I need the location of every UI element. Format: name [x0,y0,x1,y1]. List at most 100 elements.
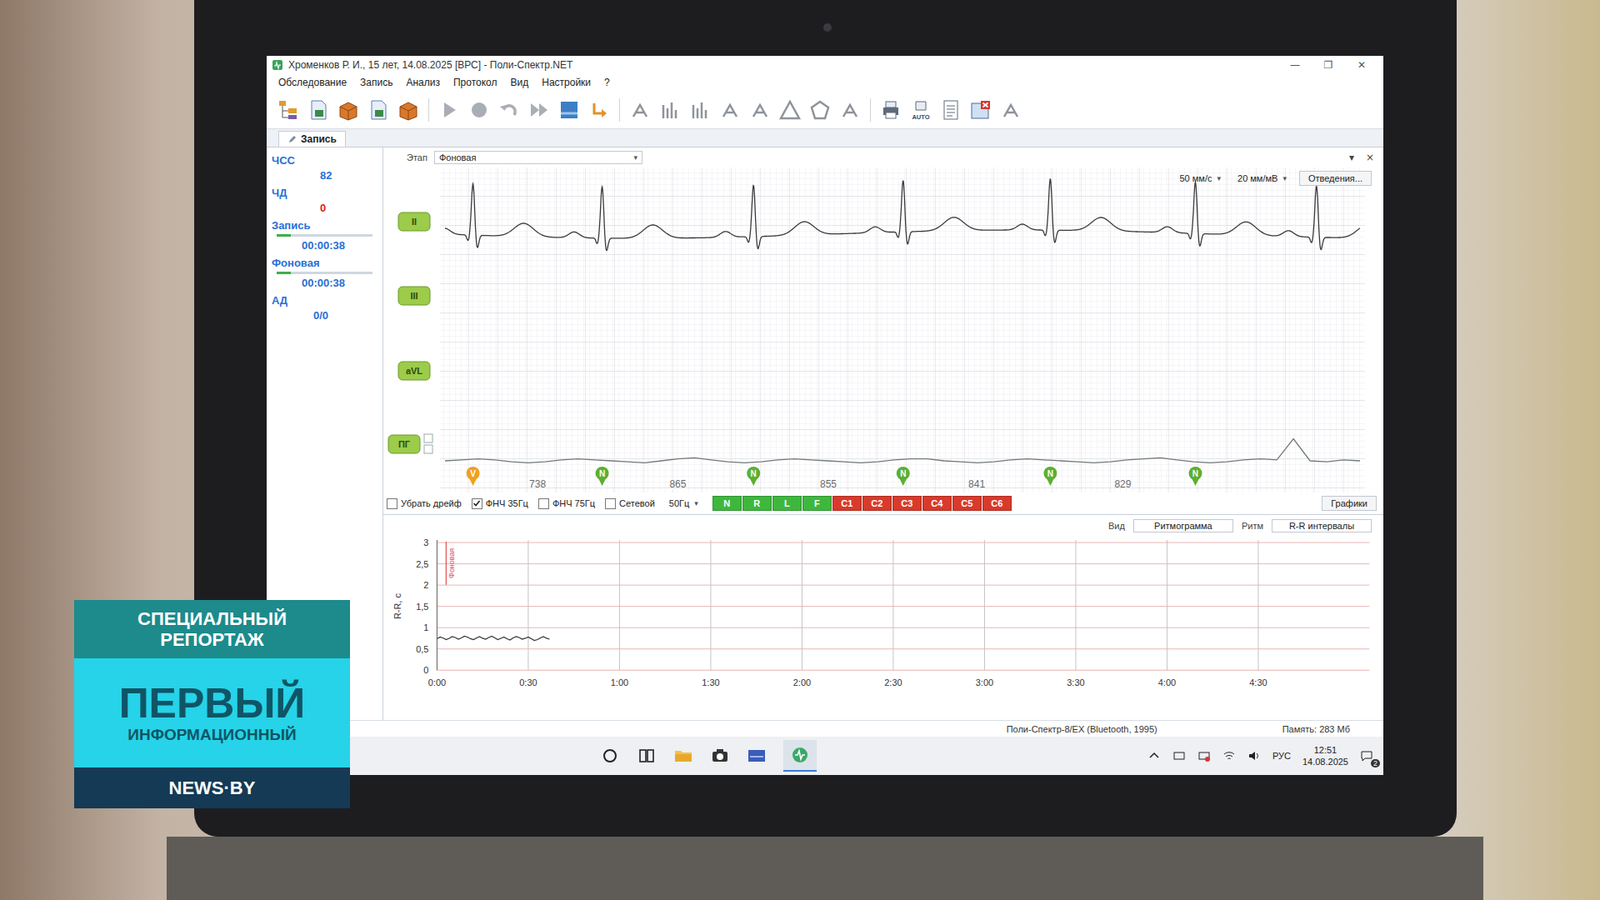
class-button[interactable]: N [712,495,742,511]
toolbar-button[interactable] [806,96,834,124]
toolbar-button[interactable] [776,96,804,124]
svg-text:II: II [411,216,417,227]
zoom-in-icon[interactable] [424,434,433,443]
toolbar-button[interactable] [335,96,362,124]
lead-button[interactable]: ПГ [388,435,420,454]
panel-control[interactable]: ▾ [1346,151,1357,164]
menu-item[interactable]: ? [604,76,610,89]
class-button[interactable]: L [772,495,802,511]
alert-icon[interactable] [1197,749,1211,763]
svg-text:ПГ: ПГ [398,439,411,450]
toolbar-button[interactable] [585,96,613,124]
beat-marker[interactable]: N [1043,466,1057,486]
beat-marker[interactable]: N [595,466,610,486]
toolbar-button[interactable] [656,96,684,124]
timer: Фоновая 00:00:38 [271,256,378,290]
wifi-icon[interactable] [1222,749,1236,763]
toolbar-button[interactable] [836,96,864,124]
gain-select[interactable]: 20 мм/мВ▾ [1233,172,1291,185]
class-button[interactable]: C6 [982,495,1012,511]
window-control[interactable]: — [1278,59,1312,71]
y-tick: 3 [423,537,429,548]
camera-app-icon[interactable] [710,745,730,766]
beat-marker[interactable]: N [746,466,760,486]
svg-text:aVL: aVL [405,365,423,376]
toolbar-button[interactable]: AUTO [907,96,935,124]
leads-button[interactable]: Отведения... [1299,170,1372,186]
toolbar-button[interactable] [495,96,523,124]
toolbar-button[interactable] [937,96,965,124]
filter-checkbox[interactable]: Сетевой [605,498,655,510]
filter-checkbox[interactable]: ФНЧ 75Гц [538,498,595,510]
tab[interactable]: Запись [278,130,346,147]
window-control[interactable]: ❐ [1311,59,1345,71]
tri-icon [778,98,802,122]
chevron-up-icon[interactable] [1147,749,1161,763]
toolbar-button[interactable] [716,96,744,124]
menu-item[interactable]: Настройки [541,76,591,89]
x-tick: 3:00 [975,677,994,688]
toolbar-button[interactable] [305,96,332,124]
volume-icon[interactable] [1247,749,1261,763]
rhythm-select[interactable]: R-R интервалы [1271,519,1372,533]
folder-icon[interactable] [673,745,694,766]
class-button[interactable]: C1 [832,495,862,511]
beat-marker[interactable]: N [896,466,910,486]
timer-progress [276,271,373,275]
task-view-icon[interactable] [636,745,657,766]
language-indicator[interactable]: РУС [1272,750,1291,761]
y-gridline [436,585,1370,586]
stage-select[interactable]: Фоновая▾ [434,150,643,165]
filter-checkbox[interactable]: Убрать дрейф [386,498,462,510]
app-icon[interactable] [746,745,767,766]
zoom-out-icon[interactable] [424,445,433,454]
menu-item[interactable]: Протокол [453,76,498,89]
clock[interactable]: 12:5114.08.2025 [1302,744,1349,769]
toolbar-button[interactable] [626,96,654,124]
toolbar-button[interactable] [967,96,995,124]
view-select[interactable]: Ритмограмма [1133,519,1234,533]
toolbar-button[interactable] [746,96,774,124]
class-button[interactable]: C4 [922,495,952,511]
toolbar-button[interactable] [365,96,392,124]
beat-marker[interactable]: V [466,466,480,486]
y-gridline [436,670,1370,671]
lead-button[interactable]: aVL [398,361,430,380]
x-gridline [436,540,438,670]
beat-marker[interactable]: N [1188,466,1202,486]
graphs-button[interactable]: Графики [1321,495,1377,511]
toolbar-button[interactable] [525,96,553,124]
y-gridline [436,627,1370,629]
poly-spectr-icon[interactable] [790,745,810,765]
toolbar-button[interactable] [395,96,422,124]
toolbar-button[interactable] [997,96,1025,124]
menu-item[interactable]: Обследование [278,76,347,89]
class-button[interactable]: F [802,495,832,511]
class-button[interactable]: R [742,495,772,511]
class-button[interactable]: C3 [892,495,922,511]
class-button[interactable]: C2 [862,495,892,511]
toolbar-button[interactable] [686,96,714,124]
speed-select[interactable]: 50 мм/с▾ [1175,172,1226,185]
toolbar-button[interactable] [435,96,463,124]
menu-item[interactable]: Вид [510,76,530,89]
lead-button[interactable]: III [398,286,430,305]
toolbar-button[interactable] [555,96,583,124]
device-icon[interactable] [1172,749,1186,763]
y-tick: 2 [423,580,429,590]
vital: ЧД 0 [271,186,378,215]
class-button[interactable]: C5 [952,495,982,511]
stage-marker-label: Фоновая [447,548,456,579]
panel-control[interactable]: × [1363,151,1377,164]
mains-frequency-select[interactable]: 50Гц▾ [665,497,703,510]
menu-item[interactable]: Запись [360,76,393,89]
lead-button[interactable]: II [398,212,430,231]
filter-checkbox[interactable]: ФНЧ 35Гц [471,498,529,510]
toolbar-button[interactable] [465,96,493,124]
menu-item[interactable]: Анализ [405,76,440,89]
toolbar-button[interactable] [877,96,905,124]
notification-center[interactable]: 2 [1360,749,1374,763]
toolbar-button[interactable] [275,96,302,124]
window-control[interactable]: ✕ [1345,59,1379,71]
search-icon[interactable] [600,745,620,766]
